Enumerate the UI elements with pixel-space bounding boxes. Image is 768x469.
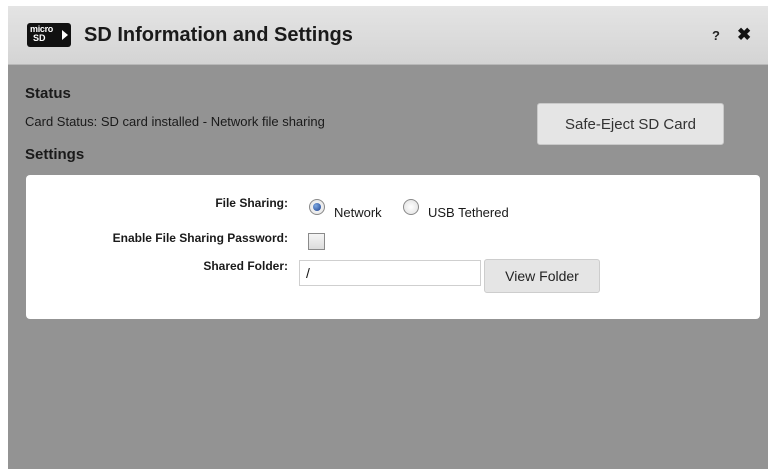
view-folder-button[interactable]: View Folder [484,259,600,293]
dialog-title: SD Information and Settings [84,24,353,46]
status-heading: Status [25,85,71,102]
radio-usb-tethered[interactable] [403,199,419,215]
close-icon[interactable]: ✖ [737,25,751,45]
radio-network[interactable] [309,199,325,215]
play-arrow-icon [62,30,68,40]
shared-folder-label: Shared Folder: [203,259,288,273]
safe-eject-button[interactable]: Safe-Eject SD Card [537,103,724,145]
settings-panel: File Sharing: Network USB Tethered Enabl… [26,175,760,319]
radio-network-label[interactable]: Network [334,205,382,220]
shared-folder-input[interactable] [299,260,481,286]
radio-usb-tethered-label[interactable]: USB Tethered [428,205,509,220]
file-sharing-label: File Sharing: [215,196,288,210]
microsd-icon-subtext: SD [33,33,46,43]
password-label: Enable File Sharing Password: [112,231,288,245]
sd-settings-dialog: micro SD SD Information and Settings ? ✖… [8,6,768,469]
settings-heading: Settings [25,146,85,163]
dialog-titlebar: micro SD SD Information and Settings ? ✖ [8,6,768,65]
microsd-icon: micro SD [27,23,71,47]
card-status-text: Card Status: SD card installed - Network… [25,114,325,129]
password-checkbox[interactable] [308,233,325,250]
help-icon[interactable]: ? [712,28,720,43]
